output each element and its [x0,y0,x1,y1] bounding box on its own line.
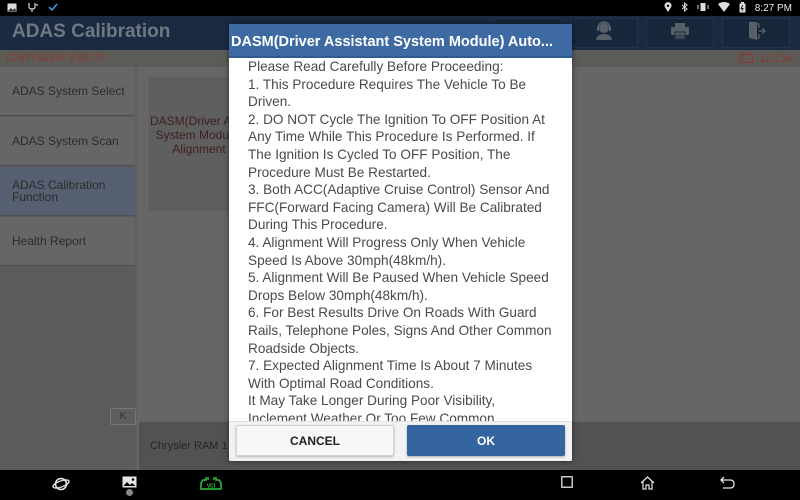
home-icon[interactable] [640,476,655,494]
brand-version: CHRYSLER V33.70 [6,52,104,64]
voltage-value: 12.13V [759,53,794,65]
printer-icon [670,22,690,45]
sidebar-item-adas-calibration-function[interactable]: ADAS Calibration Function [0,167,135,216]
bluetooth-icon [681,1,688,14]
location-icon [664,2,672,14]
sidebar: ADAS System Select ADAS System Scan ADAS… [0,67,137,470]
status-bar: 8:27 PM [0,0,800,16]
sidebar-item-adas-system-scan[interactable]: ADAS System Scan [0,117,135,166]
sidebar-item-adas-system-select[interactable]: ADAS System Select [0,67,135,116]
battery-icon [739,1,746,15]
page-title: ADAS Calibration [12,21,171,42]
usb-debug-icon [27,2,38,14]
collapse-icon: K [119,411,127,422]
recents-icon[interactable] [561,476,573,492]
back-icon[interactable] [720,476,735,493]
sidebar-item-label: ADAS Calibration Function [12,178,106,204]
vibrate-icon [697,2,709,14]
wifi-icon [717,2,730,14]
screen: 8:27 PM ADAS Calibration CHRYSLER V33.70… [0,0,800,500]
gallery-icon[interactable] [122,476,137,496]
procedure-dialog: DASM(Driver Assistant System Module) Aut… [229,24,572,461]
ok-button[interactable]: OK [407,425,565,456]
instruction-line: 1. This Procedure Requires The Vehicle T… [248,76,527,110]
navigation-bar: VCI [0,470,800,500]
instruction-line: 7. Expected Alignment Time Is About 7 Mi… [248,358,533,391]
browser-planet-icon[interactable] [52,476,70,496]
vehicle-name: Chrysler RAM 1 [150,440,228,452]
support-button[interactable] [570,18,638,48]
car-battery-icon [739,52,754,66]
instruction-line: 4. Alignment Will Progress Only When Veh… [248,234,526,268]
instruction-line: 3. Both ACC(Adaptive Cruise Control) Sen… [248,182,550,233]
print-button[interactable] [646,18,714,48]
dialog-message[interactable]: Please Read Carefully Before Proceeding:… [229,58,572,421]
clock: 8:27 PM [754,2,792,14]
dialog-actions: CANCEL OK [229,421,572,461]
vci-connector-icon[interactable]: VCI [200,476,222,495]
cancel-button[interactable]: CANCEL [236,425,394,456]
battery-voltage: 12.13V [739,52,794,66]
gallery-icon [7,3,17,14]
sidebar-item-label: Health Report [12,234,87,248]
exit-door-icon [746,21,767,46]
instruction-line: 5. Alignment Will Be Paused When Vehicle… [248,270,549,303]
sidebar-item-label: ADAS System Select [12,84,125,98]
instruction-line: 2. DO NOT Cycle The Ignition To OFF Posi… [248,111,545,180]
exit-button[interactable] [722,18,790,48]
instruction-line: Please Read Carefully Before Proceeding: [248,59,504,74]
headset-person-icon [594,20,614,46]
check-icon [48,3,58,13]
svg-text:VCI: VCI [207,484,216,490]
collapse-sidebar-button[interactable]: K [110,408,136,425]
sidebar-item-label: ADAS System Scan [12,134,119,148]
sidebar-item-health-report[interactable]: Health Report [0,217,135,266]
instruction-line: It May Take Longer During Poor Visibilit… [248,393,496,421]
instruction-line: 6. For Best Results Drive On Roads With … [248,305,552,356]
dialog-title: DASM(Driver Assistant System Module) Aut… [229,24,572,58]
